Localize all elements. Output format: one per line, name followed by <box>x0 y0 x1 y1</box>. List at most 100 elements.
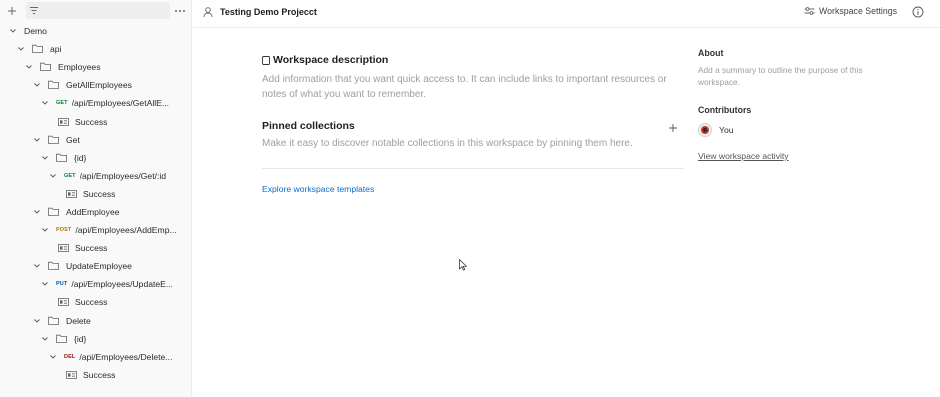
folder-item[interactable]: AddEmployee <box>0 203 191 221</box>
tree-item-label: Get <box>66 134 80 145</box>
request-item[interactable]: GET/api/Employees/GetAllE... <box>0 94 191 112</box>
mouse-cursor-icon <box>459 259 467 271</box>
chevron-down-icon[interactable] <box>32 135 42 145</box>
workspace-title[interactable]: Testing Demo Projecct <box>220 7 317 17</box>
chevron-down-icon[interactable] <box>48 171 58 181</box>
example-item[interactable]: Success <box>0 185 191 203</box>
contributors-heading: Contributors <box>698 105 752 115</box>
folder-item[interactable]: GetAllEmployees <box>0 76 191 94</box>
folder-icon <box>48 261 60 271</box>
example-item[interactable]: Success <box>0 239 191 257</box>
folder-icon <box>48 80 60 90</box>
about-heading: About <box>698 48 724 58</box>
tree-item-label: Success <box>75 116 108 127</box>
tree-item-label: Success <box>83 369 116 380</box>
chevron-down-icon[interactable] <box>32 261 42 271</box>
request-item[interactable]: GET/api/Employees/Get/:id <box>0 167 191 185</box>
chevron-down-icon[interactable] <box>40 279 50 289</box>
folder-item[interactable]: Demo <box>0 22 191 40</box>
tree-item-label: Success <box>75 297 108 308</box>
tree-item-label: /api/Employees/Get/:id <box>79 170 167 181</box>
collection-tree: Demo api Employees GetAllEmployees GET/api/E… <box>0 22 191 384</box>
request-item[interactable]: DEL/api/Employees/Delete... <box>0 348 191 366</box>
about-summary-input[interactable]: Add a summary to outline the purpose of … <box>698 64 878 88</box>
more-options-icon[interactable] <box>172 3 188 19</box>
contributor-item[interactable]: You <box>698 123 734 137</box>
chevron-down-icon[interactable] <box>8 26 18 36</box>
info-icon[interactable] <box>912 6 924 18</box>
avatar <box>698 123 712 137</box>
tree-item-label: GetAllEmployees <box>66 80 132 91</box>
user-icon <box>203 7 213 18</box>
request-item[interactable]: POST/api/Employees/AddEmp... <box>0 221 191 239</box>
chevron-down-icon[interactable] <box>40 334 50 344</box>
sidebar: Demo api Employees GetAllEmployees GET/api/E… <box>0 0 192 397</box>
folder-icon <box>48 316 60 326</box>
folder-item[interactable]: {id} <box>0 330 191 348</box>
chevron-down-icon[interactable] <box>32 80 42 90</box>
folder-icon <box>40 62 52 72</box>
tree-item-label: /api/Employees/Delete... <box>79 351 173 362</box>
http-method-badge: POST <box>56 227 72 234</box>
tree-item-label: /api/Employees/AddEmp... <box>75 225 177 236</box>
request-item[interactable]: PUT/api/Employees/UpdateE... <box>0 275 191 293</box>
tree-item-label: /api/Employees/UpdateE... <box>71 279 174 290</box>
example-icon <box>66 370 77 379</box>
example-item[interactable]: Success <box>0 366 191 384</box>
tree-item-label: Delete <box>66 315 91 326</box>
example-icon <box>58 244 69 253</box>
pinned-collections-heading: Pinned collections <box>262 120 355 132</box>
folder-item[interactable]: api <box>0 40 191 58</box>
chevron-down-icon[interactable] <box>40 98 50 108</box>
example-icon <box>58 117 69 126</box>
chevron-down-icon[interactable] <box>24 62 34 72</box>
folder-icon <box>56 153 68 163</box>
folder-icon <box>48 135 60 145</box>
explore-templates-link[interactable]: Explore workspace templates <box>262 184 374 194</box>
example-icon <box>66 189 77 198</box>
example-item[interactable]: Success <box>0 112 191 130</box>
tree-item-label: Success <box>83 188 116 199</box>
folder-icon <box>48 207 60 217</box>
chevron-down-icon[interactable] <box>40 225 50 235</box>
filter-icon <box>30 7 38 14</box>
tree-item-label: Demo <box>24 26 47 37</box>
tree-item-label: Employees <box>58 62 101 73</box>
chevron-down-icon[interactable] <box>48 352 58 362</box>
example-icon <box>58 298 69 307</box>
chevron-down-icon[interactable] <box>32 316 42 326</box>
chevron-down-icon[interactable] <box>32 207 42 217</box>
folder-icon <box>32 44 44 54</box>
folder-item[interactable]: Get <box>0 131 191 149</box>
settings-sliders-icon <box>804 7 815 15</box>
tree-item-label: Success <box>75 243 108 254</box>
tree-item-label: {id} <box>74 333 87 344</box>
workspace-header: Testing Demo Projecct Workspace Settings <box>193 0 940 28</box>
http-method-badge: GET <box>64 172 76 179</box>
workspace-settings-button[interactable]: Workspace Settings <box>804 6 897 16</box>
contributor-name: You <box>719 125 734 135</box>
folder-icon <box>56 334 68 344</box>
filter-input[interactable] <box>26 2 170 19</box>
section-divider <box>262 168 684 169</box>
sidebar-toolbar <box>0 0 191 22</box>
folder-item[interactable]: {id} <box>0 149 191 167</box>
folder-item[interactable]: Delete <box>0 312 191 330</box>
folder-item[interactable]: UpdateEmployee <box>0 257 191 275</box>
tree-item-label: /api/Employees/GetAllE... <box>71 98 170 109</box>
description-input[interactable]: Add information that you want quick acce… <box>262 72 672 102</box>
add-icon[interactable] <box>4 3 20 19</box>
workspace-settings-label: Workspace Settings <box>819 6 898 16</box>
http-method-badge: PUT <box>56 281 68 288</box>
chevron-down-icon[interactable] <box>16 44 26 54</box>
http-method-badge: DEL <box>64 353 76 360</box>
workspace-overview: Workspace description Add information th… <box>262 53 684 194</box>
view-activity-link[interactable]: View workspace activity <box>698 151 789 161</box>
tree-item-label: {id} <box>74 152 87 163</box>
http-method-badge: GET <box>56 100 68 107</box>
description-heading: Workspace description <box>262 54 684 66</box>
add-pinned-collection-icon[interactable] <box>668 123 678 133</box>
example-item[interactable]: Success <box>0 293 191 311</box>
folder-item[interactable]: Employees <box>0 58 191 76</box>
chevron-down-icon[interactable] <box>40 153 50 163</box>
